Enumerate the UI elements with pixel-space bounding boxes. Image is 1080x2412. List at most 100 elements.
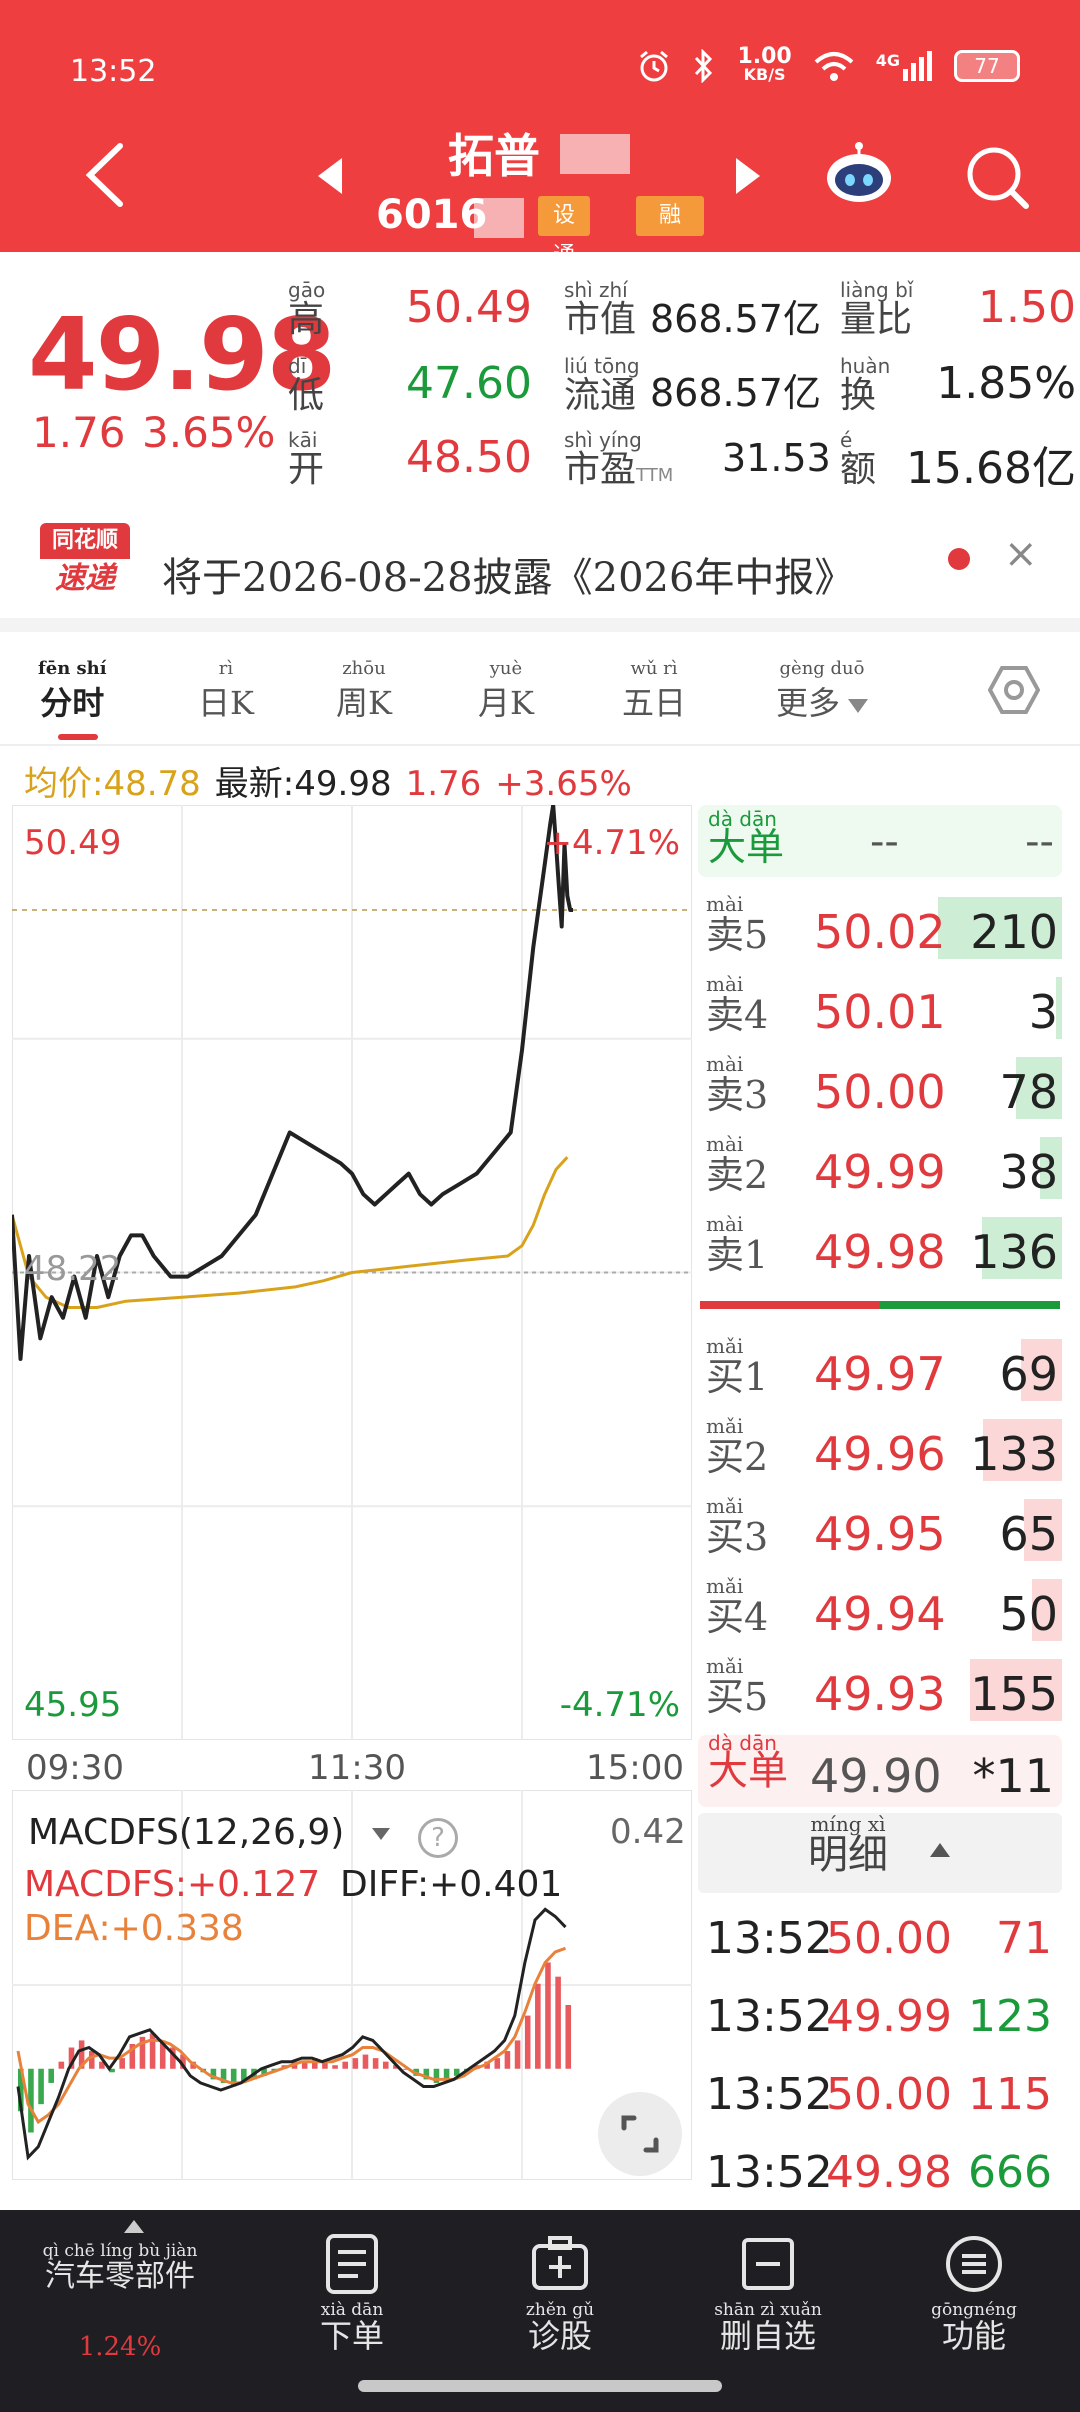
ask-row[interactable]: mài 卖1 49.98 136 [698,1207,1062,1287]
period-tabs: fēn shí 分时 rì 日K zhōu 周K yuè 月K wǔ rì 五日 gèng… [0,640,1080,740]
ask-volume: 38 [999,1145,1058,1199]
chart-info-line: 均价:48.78 最新:49.98 1.76 +3.65% [24,756,646,805]
ask-volume: 78 [999,1065,1058,1119]
tab-pinyin: rì [218,658,234,679]
next-stock-button[interactable] [736,158,760,194]
pe-value: 31.53 [722,436,831,480]
tick-price: 50.00 [826,1913,952,1964]
avg-price: 均价:48.78 [24,764,201,804]
tab-five-day[interactable]: wǔ rì 五日 [622,660,686,724]
intraday-chart[interactable]: 50.49 +4.71% 48.22 45.95 -4.71% [12,805,692,1740]
amt-label-text: 额 [840,449,877,490]
bid-price: 49.96 [814,1427,946,1481]
sector-button[interactable]: qì chē líng bù jiàn 汽车零部件 1.24% [12,2210,228,2412]
bid-volume: 69 [999,1347,1058,1401]
tab-weekly-k[interactable]: zhōu 周K [336,660,392,724]
bid-level-text: 买3 [706,1515,769,1559]
ask-row[interactable]: mài 卖3 50.00 78 [698,1047,1062,1127]
sector-text: 汽车零部件 [45,2259,195,2294]
open-pinyin: kāi [288,428,318,452]
ask-price: 49.98 [814,1225,946,1279]
menu-icon [946,2236,1002,2292]
tab-active-indicator [58,734,98,740]
float-label: liú tōng 流通 [564,356,640,416]
bid-row[interactable]: mǎi 买5 49.93 155 [698,1649,1062,1729]
app-header: 13:52 1.00 KB/S 4G 77 拓普 6016 设通 融 [0,0,1080,268]
settings-icon[interactable] [988,664,1040,716]
tick-volume: 123 [968,1991,1052,2042]
macd-bar-negative [38,2068,44,2105]
ask-row[interactable]: mài 卖5 50.02 210 [698,887,1062,967]
tab-pinyin: gèng duō [779,658,865,679]
tick-time: 13:52 [706,1991,833,2042]
bid-pinyin: mǎi [706,1414,744,1438]
tab-more[interactable]: gèng duō 更多 [776,658,869,724]
macd-bar-positive [149,2033,156,2069]
ask-level-text: 卖5 [706,913,769,957]
vr-label-text: 量比 [840,299,913,340]
float-pinyin: liú tōng [564,354,640,378]
trade-detail-header[interactable]: míng xì 明细 [698,1813,1062,1893]
sort-up-icon [930,1843,950,1857]
macd-bar-positive [535,1983,541,2069]
macd-bar-positive [342,2061,348,2069]
macd-bar-positive [88,2051,95,2069]
prev-stock-button[interactable] [318,158,342,194]
big-order-text: 大单 [708,825,785,869]
ask-pinyin: mài [706,1132,744,1156]
name-redaction [560,134,630,174]
earnings-notice[interactable]: 同花顺 速递 将于2026-08-28披露《2026年中报》 [0,505,1080,615]
menu-button[interactable]: gōngnéng 功能 [866,2210,1080,2412]
amount-value: 15.68亿 [906,443,1076,494]
open-label-text: 开 [288,449,325,490]
info-change-pct: +3.65% [495,764,632,804]
mcap-pinyin: shì zhí [564,278,628,302]
notice-logo-bottom: 速递 [55,561,115,596]
high-pinyin: gāo [288,278,326,302]
ask-level-label: mài 卖5 [706,894,769,957]
ask-level-text: 卖4 [706,993,769,1037]
ratio-bar-buy [880,1301,1060,1309]
big-order-buy-vol: *11 [972,1749,1054,1803]
bid-row[interactable]: mǎi 买3 49.95 65 [698,1489,1062,1569]
macd-indicator-select[interactable]: MACDFS(12,26,9) [28,1812,344,1853]
notice-close-button[interactable]: × [1004,534,1038,574]
help-icon[interactable]: ? [418,1818,458,1858]
ask-price: 49.99 [814,1145,946,1199]
nav-text: 功能 [941,2317,1006,2355]
tab-pinyin: wǔ rì [630,658,678,679]
tick-time: 13:52 [706,2147,833,2198]
pe-label: shì yíng 市盈TTM [564,430,673,496]
tab-intraday[interactable]: fēn shí 分时 [38,660,107,724]
tab-daily-k[interactable]: rì 日K [198,660,254,724]
tab-label: 周K [336,684,392,722]
tag-margin[interactable]: 融 [636,196,704,236]
robot-icon[interactable] [822,142,896,208]
unread-dot [948,548,970,570]
tick-volume: 71 [996,1913,1052,1964]
tick-price: 49.99 [826,1991,952,2042]
detail-pinyin: míng xì [810,1812,886,1836]
chevron-down-icon[interactable] [372,1828,390,1840]
back-button[interactable] [80,140,130,210]
search-icon[interactable] [964,144,1030,210]
ask-row[interactable]: mài 卖2 49.99 38 [698,1127,1062,1207]
bid-row[interactable]: mǎi 买1 49.97 69 [698,1329,1062,1409]
bid-level-text: 买4 [706,1595,769,1639]
net-speed: 1.00 KB/S [737,46,791,84]
ask-row[interactable]: mài 卖4 50.01 3 [698,967,1062,1047]
big-order-buy[interactable]: dà dān 大单 49.90 *11 [698,1733,1062,1807]
low-label-text: 低 [288,375,325,416]
signal-icon: 4G [876,51,932,81]
tab-monthly-k[interactable]: yuè 月K [478,660,534,724]
bid-row[interactable]: mǎi 买2 49.96 133 [698,1409,1062,1489]
turn-pinyin: huàn [840,354,891,378]
bid-row[interactable]: mǎi 买4 49.94 50 [698,1569,1062,1649]
bid-volume: 155 [970,1667,1058,1721]
fullscreen-icon[interactable] [598,2092,682,2176]
tag-connect[interactable]: 设通 [538,196,590,268]
macd-bar-positive [58,2061,65,2069]
bid-level-text: 买2 [706,1435,769,1479]
big-order-sell[interactable]: dà dān 大单 -- -- [698,805,1062,877]
high-label: gāo 高 [288,280,325,340]
